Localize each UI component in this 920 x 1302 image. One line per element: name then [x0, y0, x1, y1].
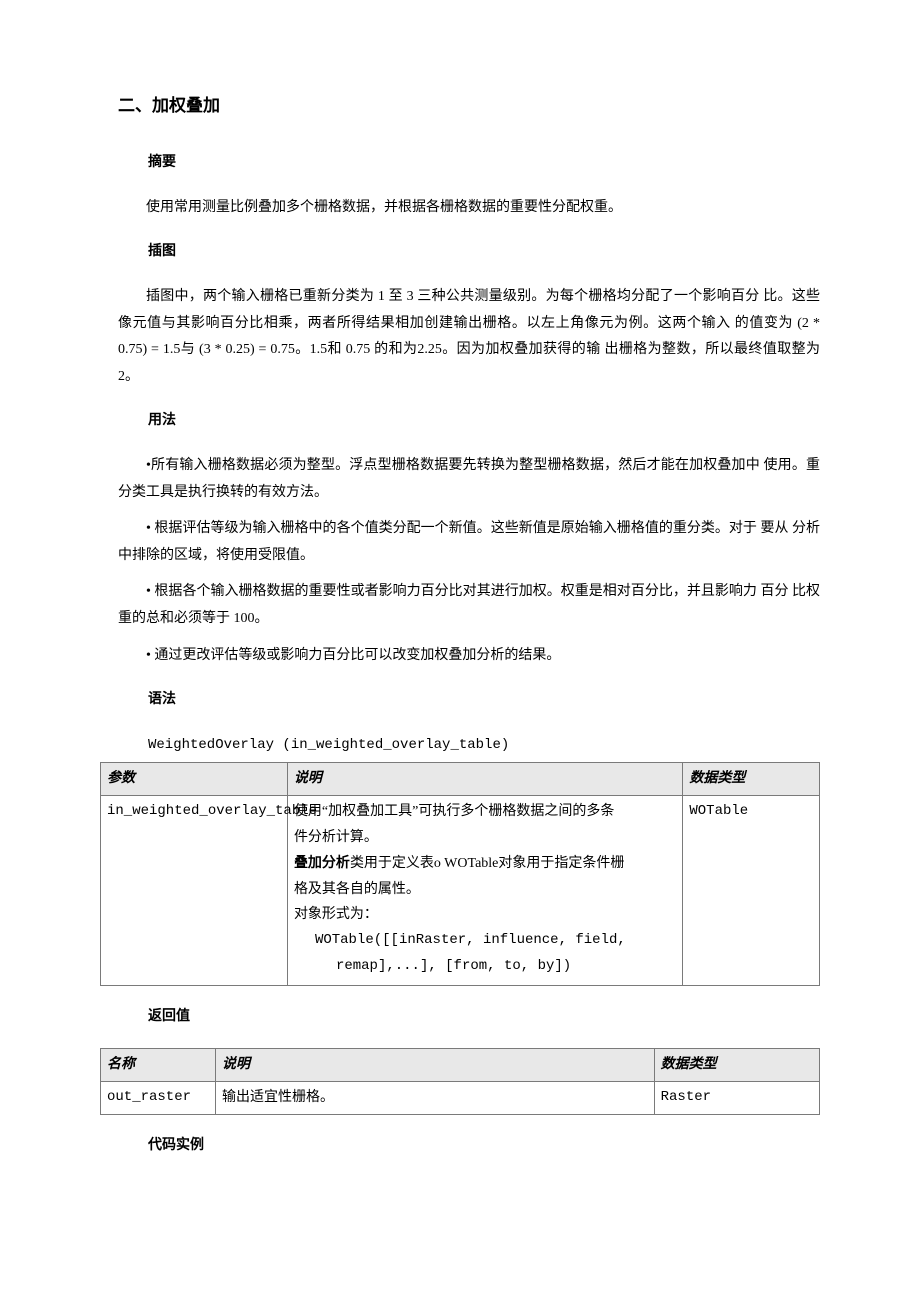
return-type-cell: Raster [654, 1082, 819, 1115]
table-row: in_weighted_overlay_table 使用“加权叠加工具”可执行多… [101, 796, 820, 986]
param-name-cell: in_weighted_overlay_table [101, 796, 288, 986]
return-desc-cell: 输出适宜性栅格。 [216, 1082, 655, 1115]
param-header-name: 参数 [101, 763, 288, 796]
usage-bullet-4-text: • 通过更改评估等级或影响力百分比可以改变加权叠加分析的结果。 [146, 648, 560, 663]
heading-return: 返回值 [148, 1004, 820, 1031]
param-desc-line: 格及其各自的属性。 [294, 878, 676, 902]
param-type-cell: WOTable [683, 796, 820, 986]
heading-usage: 用法 [148, 408, 820, 435]
usage-bullet-1: •所有输入栅格数据必须为整型。浮点型栅格数据要先转换为整型栅格数据，然后才能在加… [118, 453, 820, 506]
return-header-name: 名称 [101, 1049, 216, 1082]
usage-bullet-1-text: •所有输入栅格数据必须为整型。浮点型栅格数据要先转换为整型栅格数据，然后才能在加… [118, 458, 820, 500]
table-header-row: 名称 说明 数据类型 [101, 1049, 820, 1082]
param-desc-line: 件分析计算。 [294, 826, 676, 850]
heading-illustration: 插图 [148, 239, 820, 266]
heading-code-example: 代码实例 [148, 1133, 820, 1160]
param-code-line: remap],...], [from, to, by]) [294, 955, 676, 979]
return-header-type: 数据类型 [654, 1049, 819, 1082]
param-desc-rest: 类用于定义表o WOTable对象用于指定条件栅 [350, 856, 624, 871]
return-name-cell: out_raster [101, 1082, 216, 1115]
usage-bullet-4: • 通过更改评估等级或影响力百分比可以改变加权叠加分析的结果。 [118, 643, 820, 670]
table-header-row: 参数 说明 数据类型 [101, 763, 820, 796]
parameters-table: 参数 说明 数据类型 in_weighted_overlay_table 使用“… [100, 762, 820, 985]
param-desc-line: 叠加分析类用于定义表o WOTable对象用于指定条件栅 [294, 852, 676, 876]
usage-bullet-2-lead: • 根据评估等级为输入栅格中的各个值类分配一个新值。这些新值是原始输入栅格值的重… [146, 521, 788, 536]
return-table: 名称 说明 数据类型 out_raster 输出适宜性栅格。 Raster [100, 1048, 820, 1115]
heading-abstract: 摘要 [148, 150, 820, 177]
bold-term: 叠加分析 [294, 856, 350, 871]
usage-bullet-3: • 根据各个输入栅格数据的重要性或者影响力百分比对其进行加权。权重是相对百分比，… [118, 579, 820, 632]
document-page: 二、加权叠加 摘要 使用常用测量比例叠加多个栅格数据，并根据各栅格数据的重要性分… [0, 0, 920, 1238]
abstract-paragraph: 使用常用测量比例叠加多个栅格数据，并根据各栅格数据的重要性分配权重。 [118, 195, 820, 222]
heading-syntax: 语法 [148, 687, 820, 714]
page-title: 二、加权叠加 [118, 90, 820, 122]
return-header-desc: 说明 [216, 1049, 655, 1082]
usage-bullet-2: • 根据评估等级为输入栅格中的各个值类分配一个新值。这些新值是原始输入栅格值的重… [118, 516, 820, 569]
usage-bullet-3-lead: • 根据各个输入栅格数据的重要性或者影响力百分比对其进行加权。权重是相对百分比，… [146, 584, 788, 599]
param-code-line: WOTable([[inRaster, influence, field, [294, 929, 676, 953]
param-header-desc: 说明 [287, 763, 682, 796]
param-desc-line: 对象形式为： [294, 903, 676, 927]
table-row: out_raster 输出适宜性栅格。 Raster [101, 1082, 820, 1115]
param-header-type: 数据类型 [683, 763, 820, 796]
param-desc-line: 使用“加权叠加工具”可执行多个栅格数据之间的多条 [294, 800, 676, 824]
syntax-signature: WeightedOverlay (in_weighted_overlay_tab… [148, 732, 820, 759]
param-desc-cell: 使用“加权叠加工具”可执行多个栅格数据之间的多条 件分析计算。 叠加分析类用于定… [287, 796, 682, 986]
illustration-paragraph: 插图中，两个输入栅格已重新分类为 1 至 3 三种公共测量级别。为每个栅格均分配… [118, 284, 820, 390]
